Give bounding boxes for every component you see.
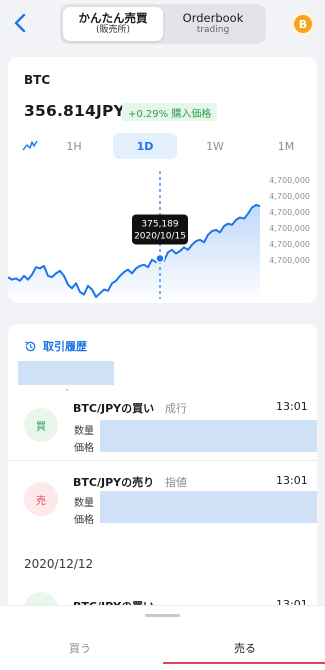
- history-icon: [25, 340, 36, 351]
- back-button[interactable]: [8, 10, 32, 36]
- separator-dot: [66, 389, 68, 391]
- seg-orderbook[interactable]: Orderbook trading: [163, 7, 263, 41]
- chevron-left-icon: [14, 13, 26, 33]
- bitcoin-symbol: B: [299, 18, 307, 31]
- seg-simple-trade-label: かんたん売買: [78, 11, 148, 26]
- bitcoin-glyph: B: [294, 15, 312, 33]
- line-chart-icon[interactable]: [22, 138, 38, 154]
- y-tick-label: 4,700,000: [269, 176, 310, 185]
- trade-history-card: 取引履歴 買 BTC/JPYの買い 成行 13:01 数量 価格 売 BTC/J…: [8, 324, 317, 624]
- redacted-date: [18, 361, 114, 385]
- y-tick-label: 4,700,000: [269, 240, 310, 249]
- bitcoin-icon[interactable]: B: [291, 12, 315, 36]
- seg-orderbook-label: Orderbook: [182, 11, 244, 26]
- redacted-values: [100, 420, 317, 452]
- sell-badge: 売: [24, 482, 58, 516]
- buy-badge: 買: [24, 408, 58, 442]
- buy-tab[interactable]: 買う: [0, 628, 160, 670]
- quantity-label: 数量: [74, 498, 94, 509]
- date-header: 2020/12/12: [24, 557, 94, 571]
- price-label: 価格: [74, 515, 94, 526]
- history-header[interactable]: 取引履歴: [24, 338, 87, 354]
- tab-1w[interactable]: 1W: [195, 133, 235, 159]
- quantity-label: 数量: [74, 426, 94, 437]
- price-label: 価格: [74, 443, 94, 454]
- trade-mode-segmented-control: かんたん売買 (販売所) Orderbook trading: [60, 4, 266, 44]
- trade-row[interactable]: 売 BTC/JPYの売り 指値 13:01 数量 価格: [8, 474, 317, 542]
- range-tabs: 1H 1D 1W 1M: [8, 133, 317, 159]
- trade-time: 13:01: [276, 400, 308, 413]
- y-tick-label: 4,700,000: [269, 208, 310, 217]
- tab-1m[interactable]: 1M: [266, 133, 306, 159]
- seg-orderbook-sublabel: trading: [196, 25, 230, 36]
- chart-marker: [155, 253, 165, 264]
- trade-type: 成行: [165, 402, 187, 415]
- trade-row[interactable]: 買 BTC/JPYの買い 成行 13:01 数量 価格: [8, 400, 317, 468]
- history-title: 取引履歴: [43, 340, 87, 353]
- pair-label: BTC: [24, 73, 51, 87]
- seg-simple-trade-sublabel: (販売所): [95, 25, 131, 36]
- redacted-values: [100, 491, 317, 523]
- y-tick-label: 4,700,000: [269, 224, 310, 233]
- chart-tooltip: 375,189 2020/10/15: [132, 214, 188, 245]
- current-price: 356.814JPY: [24, 102, 125, 120]
- trade-time: 13:01: [276, 474, 308, 487]
- price-card: BTC 356.814JPY +0.29% 購入価格 1H 1D 1W 1M 4…: [8, 57, 317, 303]
- tooltip-value: 375,189: [141, 219, 178, 229]
- bottom-action-bar: 買う 売る: [0, 606, 325, 670]
- seg-simple-trade[interactable]: かんたん売買 (販売所): [63, 7, 163, 41]
- top-bar: かんたん売買 (販売所) Orderbook trading B: [0, 0, 325, 48]
- trade-type: 指値: [165, 476, 187, 489]
- y-tick-label: 4,700,000: [269, 192, 310, 201]
- drag-handle[interactable]: [145, 614, 180, 617]
- tab-1d[interactable]: 1D: [113, 133, 177, 159]
- tab-1h[interactable]: 1H: [54, 133, 94, 159]
- y-tick-label: 4,700,000: [269, 256, 310, 265]
- tooltip-date: 2020/10/15: [134, 231, 186, 241]
- row-divider: [8, 460, 317, 461]
- price-change-badge: +0.29% 購入価格: [122, 103, 218, 121]
- trade-title: BTC/JPYの売り: [73, 476, 155, 489]
- price-chart[interactable]: 4,700,000 4,700,000 4,700,000 4,700,000 4,70…: [8, 165, 317, 303]
- trade-title: BTC/JPYの買い: [73, 402, 155, 415]
- sell-tab-indicator: [163, 662, 325, 664]
